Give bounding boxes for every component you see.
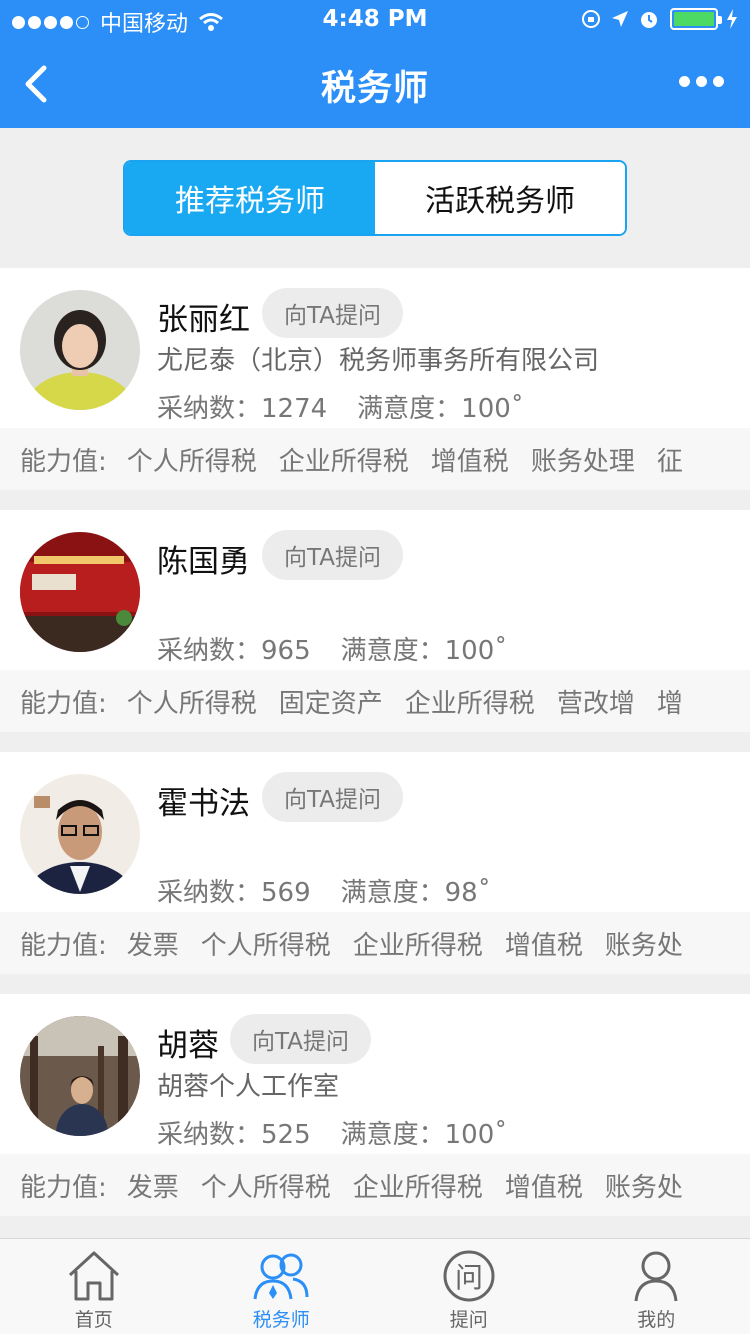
avatar[interactable] xyxy=(20,774,140,894)
tab-ask-label: 提问 xyxy=(449,1309,488,1331)
tab-advisors-label: 税务师 xyxy=(252,1309,310,1331)
skills-row: 能力值: 个人所得税 固定资产 企业所得税 营改增 增 xyxy=(0,670,750,732)
skill-tag: 账务处理 xyxy=(530,446,635,477)
advisor-company: 尤尼泰（北京）税务师事务所有限公司 xyxy=(157,346,600,376)
skill-tag: 增值税 xyxy=(430,446,509,477)
advisor-stats: 采纳数：525 满意度：100˚ xyxy=(157,1114,507,1151)
skills-label: 能力值: xyxy=(20,688,107,719)
svg-text:问: 问 xyxy=(455,1261,483,1294)
advisor-card[interactable]: 张丽红 向TA提问 尤尼泰（北京）税务师事务所有限公司 采纳数：1274 满意度：… xyxy=(0,268,750,490)
location-icon xyxy=(612,11,628,27)
advisor-company: 胡蓉个人工作室 xyxy=(157,1072,340,1102)
skills-row: 能力值: 发票 个人所得税 企业所得税 增值税 账务处 xyxy=(0,1154,750,1216)
nav-bar: 税务师 xyxy=(0,40,750,128)
advisor-card[interactable]: 胡蓉 向TA提问 胡蓉个人工作室 采纳数：525 满意度：100˚ 能力值: 发票… xyxy=(0,994,750,1216)
skills-label: 能力值: xyxy=(20,1172,107,1203)
skill-tag: 个人所得税 xyxy=(200,1172,331,1203)
charging-icon xyxy=(727,9,737,29)
tab-active[interactable]: 活跃税务师 xyxy=(375,162,625,234)
people-icon xyxy=(253,1253,309,1300)
skill-tag: 征 xyxy=(656,446,683,477)
skill-tag: 个人所得税 xyxy=(126,446,257,477)
advisor-name: 张丽红 xyxy=(157,302,250,338)
avatar[interactable] xyxy=(20,532,140,652)
ask-icon: 问 xyxy=(443,1250,495,1302)
adopted-count: 采纳数：525 xyxy=(157,1120,311,1150)
advisor-name: 陈国勇 xyxy=(157,544,250,580)
satisfaction: 满意度：100˚ xyxy=(357,394,524,424)
skill-tag: 账务处 xyxy=(604,1172,683,1203)
skill-tag: 个人所得税 xyxy=(200,930,331,961)
adopted-count: 采纳数：1274 xyxy=(157,394,328,424)
tab-home[interactable]: 首页 xyxy=(0,1239,188,1334)
ask-button[interactable]: 向TA提问 xyxy=(230,1014,371,1064)
satisfaction: 满意度：100˚ xyxy=(340,1120,508,1150)
skill-tag: 企业所得税 xyxy=(352,930,483,961)
avatar[interactable] xyxy=(20,290,140,410)
adopted-count: 采纳数：569 xyxy=(157,878,311,908)
advisor-card[interactable]: 陈国勇 向TA提问 采纳数：965 满意度：100˚ 能力值: 个人所得税 固定资… xyxy=(0,510,750,732)
skill-tag: 增值税 xyxy=(504,930,583,961)
rotation-lock-icon xyxy=(582,10,600,28)
avatar[interactable] xyxy=(20,1016,140,1136)
tab-recommended[interactable]: 推荐税务师 xyxy=(125,162,375,234)
skill-tag: 增值税 xyxy=(504,1172,583,1203)
more-icon[interactable] xyxy=(673,76,724,87)
advisor-name: 霍书法 xyxy=(157,786,250,822)
skill-tag: 个人所得税 xyxy=(126,688,257,719)
skills-row: 能力值: 个人所得税 企业所得税 增值税 账务处理 征 xyxy=(0,428,750,490)
ask-button[interactable]: 向TA提问 xyxy=(262,772,403,822)
advisor-stats: 采纳数：965 满意度：100˚ xyxy=(157,630,507,667)
skill-tag: 企业所得税 xyxy=(352,1172,483,1203)
home-icon xyxy=(68,1251,119,1301)
tab-home-label: 首页 xyxy=(74,1309,113,1331)
skills-label: 能力值: xyxy=(20,930,107,961)
adopted-count: 采纳数：965 xyxy=(157,636,311,666)
advisor-stats: 采纳数：1274 满意度：100˚ xyxy=(157,388,524,425)
tab-advisors[interactable]: 税务师 xyxy=(188,1239,376,1334)
skill-tag: 增 xyxy=(656,688,683,719)
ask-button[interactable]: 向TA提问 xyxy=(262,530,403,580)
skill-tag: 企业所得税 xyxy=(404,688,535,719)
skill-tag: 发票 xyxy=(126,930,179,961)
skill-tag: 发票 xyxy=(126,1172,179,1203)
tab-me-label: 我的 xyxy=(637,1309,676,1331)
tab-ask[interactable]: 问 提问 xyxy=(375,1239,563,1334)
page-title: 税务师 xyxy=(320,69,429,109)
segment-control: 推荐税务师 活跃税务师 xyxy=(123,160,627,236)
satisfaction: 满意度：98˚ xyxy=(340,878,491,908)
tab-me[interactable]: 我的 xyxy=(563,1239,750,1334)
battery-icon xyxy=(670,8,722,30)
profile-icon xyxy=(634,1251,678,1302)
skill-tag: 营改增 xyxy=(556,688,635,719)
advisor-name: 胡蓉 xyxy=(157,1028,219,1064)
skill-tag: 企业所得税 xyxy=(278,446,409,477)
ask-button[interactable]: 向TA提问 xyxy=(262,288,403,338)
header: 中国移动 4:48 PM 税务师 xyxy=(0,0,750,128)
skills-row: 能力值: 发票 个人所得税 企业所得税 增值税 账务处 xyxy=(0,912,750,974)
alarm-icon xyxy=(641,12,657,28)
skills-label: 能力值: xyxy=(20,446,107,477)
advisor-stats: 采纳数：569 满意度：98˚ xyxy=(157,872,491,909)
advisor-card[interactable]: 霍书法 向TA提问 采纳数：569 满意度：98˚ 能力值: 发票 个人所得税 企… xyxy=(0,752,750,974)
satisfaction: 满意度：100˚ xyxy=(340,636,508,666)
status-bar: 中国移动 4:48 PM xyxy=(0,0,750,40)
skill-tag: 固定资产 xyxy=(278,688,383,719)
tab-bar: 首页 税务师 问 提问 我的 xyxy=(0,1238,750,1334)
skill-tag: 账务处 xyxy=(604,930,683,961)
